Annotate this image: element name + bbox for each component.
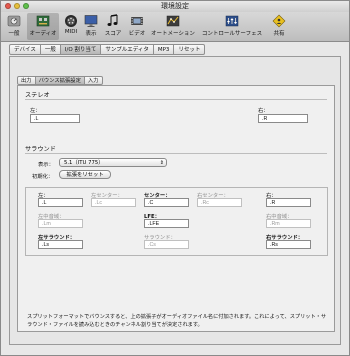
channel-field[interactable]	[38, 198, 83, 207]
chevron-updown-icon: ⇕	[159, 160, 164, 166]
tab-devices[interactable]: デバイス	[9, 44, 41, 55]
general-switch-icon	[7, 15, 21, 27]
surround-format-value: 5.1（ITU 775）	[64, 160, 104, 166]
sharing-icon	[272, 14, 286, 28]
subtab-output[interactable]: 出力	[17, 76, 36, 85]
surround-format-select[interactable]: 5.1（ITU 775） ⇕	[59, 158, 167, 167]
toolbar-score[interactable]: スコア	[102, 13, 124, 40]
preferences-tabs: デバイス 一般 I/O 割り当て サンプルエディタ MP3 リセット	[9, 44, 206, 55]
tab-mp3[interactable]: MP3	[153, 44, 175, 55]
channel-field[interactable]	[197, 198, 242, 207]
subtab-bounce-extensions[interactable]: バウンス拡張設定	[35, 76, 85, 85]
toolbar-video-label: ビデオ	[128, 31, 146, 37]
window-title: 環境設定	[161, 2, 189, 10]
channel-field[interactable]	[144, 219, 189, 228]
automation-icon	[166, 15, 180, 27]
stereo-left-field[interactable]	[30, 114, 80, 123]
tab-general[interactable]: 一般	[40, 44, 61, 55]
channel-field[interactable]	[266, 240, 311, 249]
stereo-divider	[25, 99, 327, 100]
bounce-info-note: スプリットフォーマットでバウンスすると、上の拡張子がオーディオファイル名に付加さ…	[27, 314, 327, 328]
toolbar-video[interactable]: ビデオ	[126, 13, 148, 40]
stereo-left-label: 左：	[30, 108, 41, 114]
toolbar-display[interactable]: 表示	[82, 13, 100, 40]
monitor-icon	[84, 15, 98, 27]
surround-init-label: 初期化：	[32, 174, 54, 180]
channel-field[interactable]	[144, 240, 189, 249]
toolbar-midi[interactable]: MIDI	[62, 13, 80, 40]
surround-heading: サラウンド	[25, 146, 56, 153]
toolbar-score-label: スコア	[104, 31, 122, 37]
channel-field[interactable]	[266, 198, 311, 207]
video-film-icon	[131, 17, 143, 25]
bounce-extensions-pane: ステレオ 左： 右： サラウンド 表示： 5.1（ITU 775） ⇕ 初期化：…	[17, 85, 335, 332]
channel-field[interactable]	[38, 240, 83, 249]
subtab-input[interactable]: 入力	[84, 76, 103, 85]
toolbar-midi-label: MIDI	[64, 29, 78, 35]
surround-channels-box: 左： 左センター： センター： 右センター： 右： 左中音域： LFE： 右中音…	[25, 187, 328, 256]
midi-port-icon	[65, 15, 77, 27]
toolbar-audio[interactable]: オーディオ	[27, 13, 59, 40]
toolbar-control-surface[interactable]: コントロールサーフェス	[198, 13, 266, 40]
stereo-right-field[interactable]	[258, 114, 308, 123]
audio-board-icon	[36, 15, 50, 27]
channel-field[interactable]	[91, 198, 136, 207]
channel-field[interactable]	[144, 198, 189, 207]
toolbar-control-surface-label: コントロールサーフェス	[201, 31, 263, 37]
toolbar-audio-label: オーディオ	[29, 31, 57, 37]
toolbar-general-label: 一般	[8, 31, 20, 37]
stereo-heading: ステレオ	[25, 92, 50, 99]
toolbar-general[interactable]: 一般	[3, 13, 25, 40]
toolbar-automation-label: オートメーション	[151, 31, 195, 37]
io-assignments-panel: 出力 バウンス拡張設定 入力 ステレオ 左： 右： サラウンド 表示： 5.1（…	[9, 56, 341, 345]
channel-field[interactable]	[266, 219, 311, 228]
io-subtabs: 出力 バウンス拡張設定 入力	[17, 76, 103, 85]
toolbar: 一般 オーディオ MIDI 表示 スコア ビデオ オートメーション コントロール…	[1, 12, 349, 42]
tab-io-assignments[interactable]: I/O 割り当て	[60, 44, 102, 55]
reset-extensions-button[interactable]: 拡張をリセット	[59, 170, 111, 179]
surround-display-label: 表示：	[38, 162, 54, 168]
tab-reset[interactable]: リセット	[174, 44, 206, 55]
control-surface-icon	[225, 15, 239, 27]
preferences-window: 環境設定 一般 オーディオ MIDI 表示 スコア ビデオ オートメーション コ…	[0, 0, 350, 356]
toolbar-automation[interactable]: オートメーション	[150, 13, 196, 40]
surround-divider	[25, 153, 327, 154]
stereo-right-label: 右：	[258, 108, 269, 114]
toolbar-sharing-label: 共有	[273, 31, 285, 37]
toolbar-sharing[interactable]: 共有	[268, 13, 290, 40]
toolbar-display-label: 表示	[85, 31, 97, 37]
channel-field[interactable]	[38, 219, 83, 228]
score-notes-icon	[107, 14, 118, 26]
tab-sample-editor[interactable]: サンプルエディタ	[101, 44, 154, 55]
